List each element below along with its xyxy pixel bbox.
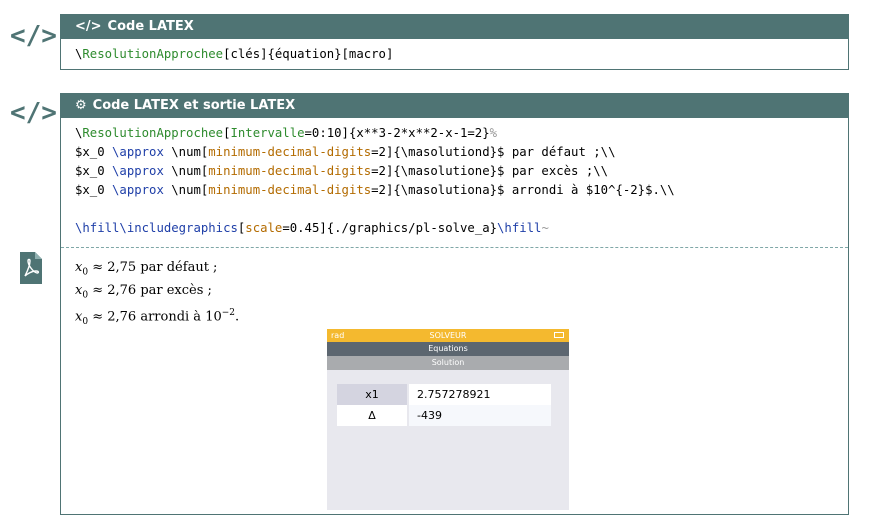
pdf-icon xyxy=(20,252,42,284)
calculator-screenshot: rad SOLVEUR Equations Solution x1 2.7572… xyxy=(327,329,569,510)
output-line-1: x0 ≈ 2,75 par défaut ; xyxy=(75,260,218,278)
code-line-3: $x_0 \approx \num[minimum-decimal-digits… xyxy=(75,164,609,178)
solution-value: -439 xyxy=(409,405,551,426)
solution-key: x1 xyxy=(337,384,407,405)
output-line-3: x0 ≈ 2,76 arrondi à 10−2. xyxy=(75,308,240,328)
calculator-title: SOLVEUR xyxy=(429,331,467,340)
code-line-4: $x_0 \approx \num[minimum-decimal-digits… xyxy=(75,183,675,197)
gears-icon: ⚙ xyxy=(75,98,87,113)
command: ResolutionApprochee xyxy=(82,47,224,61)
solution-row: Δ -439 xyxy=(337,405,551,426)
code-line: \ResolutionApprochee[clés]{équation}[mac… xyxy=(75,47,394,61)
code-line-6: \hfill\includegraphics[scale=0.45]{./gra… xyxy=(75,221,549,235)
solution-row: x1 2.757278921 xyxy=(337,384,551,405)
code-icon-2: </> xyxy=(10,98,57,128)
code-line-2: $x_0 \approx \num[minimum-decimal-digits… xyxy=(75,145,616,159)
equations-bar: Equations xyxy=(327,342,569,356)
code-output-header: ⚙ Code LATEX et sortie LATEX xyxy=(61,94,848,118)
code-line-1: \ResolutionApprochee[Intervalle=0:10]{x*… xyxy=(75,126,498,140)
calculator-status-bar: rad SOLVEUR xyxy=(327,329,569,342)
solution-key: Δ xyxy=(337,405,407,426)
battery-icon xyxy=(554,332,564,338)
output-line-2: x0 ≈ 2,76 par excès ; xyxy=(75,282,212,301)
code-box: </> Code LATEX \ResolutionApprochee[clés]… xyxy=(60,14,849,70)
divider xyxy=(61,247,848,248)
output-text: x0 ≈ 2,75 par défaut ; x0 ≈ 2,76 par exc… xyxy=(75,259,239,331)
solution-value: 2.757278921 xyxy=(409,384,551,405)
code-box-header: </> Code LATEX xyxy=(61,15,848,39)
code-small-icon: </> xyxy=(75,19,102,34)
code-box-title: Code LATEX xyxy=(107,19,194,34)
solution-bar: Solution xyxy=(327,356,569,370)
code-icon: </> xyxy=(10,21,57,51)
code-output-title: Code LATEX et sortie LATEX xyxy=(92,98,296,113)
code-block: \ResolutionApprochee[Intervalle=0:10]{x*… xyxy=(61,118,848,244)
